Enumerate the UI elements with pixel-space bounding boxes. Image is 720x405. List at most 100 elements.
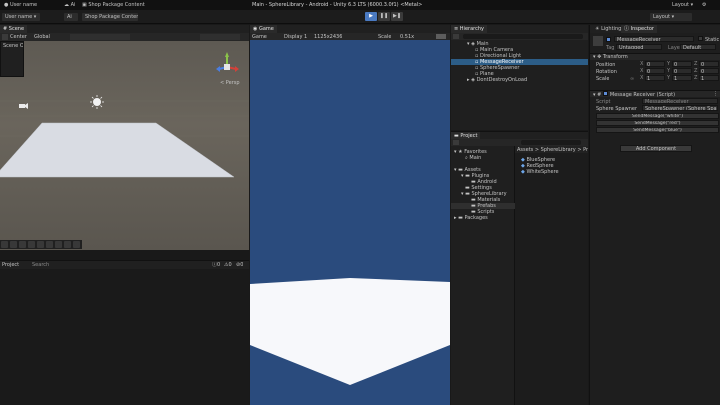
create-icon[interactable] xyxy=(453,140,459,145)
object-name-field[interactable]: MessageReceiver xyxy=(614,36,694,42)
component-menu-icon[interactable]: ⋮ xyxy=(713,91,718,97)
cloud-button[interactable]: ☁ Ai xyxy=(64,2,75,8)
position-label: Position xyxy=(596,62,616,68)
scene-tools-overlay: Scene Options xyxy=(0,41,24,77)
rotation-x[interactable]: 0 xyxy=(645,68,665,74)
tab-inspector[interactable]: ⓘ Inspector xyxy=(621,25,657,33)
project-folder-tree: ▾ ★ Favorites ⌕ Main ▾ ▬ Assets ▾ ▬ Plug… xyxy=(451,146,515,405)
game-icon: ◉ xyxy=(253,26,258,32)
sphere-spawner-label: Sphere Spawner xyxy=(596,106,638,112)
scene-options-strip[interactable] xyxy=(70,34,130,40)
scale-fields: X1 Y1 Z1 xyxy=(640,75,719,81)
layout-dropdown[interactable]: Layout ▾ xyxy=(672,2,693,8)
rotation-fields: X0 Y0 Z0 xyxy=(640,68,719,74)
account-icon: ● xyxy=(4,2,9,8)
transform-header[interactable]: ▾ ✥ Transform xyxy=(590,53,720,60)
script-component-header[interactable]: ▾ # Message Receiver (Script) ⋮ xyxy=(590,90,720,98)
hierarchy-list: ▾ ◈ Main ▫ Main Camera ▫ Directional Lig… xyxy=(451,40,588,130)
folder-icon: ▬ xyxy=(458,215,463,221)
scene-canvas xyxy=(0,52,249,178)
project-search-input[interactable] xyxy=(521,140,581,145)
console-warning-count[interactable]: ⚠0 xyxy=(224,262,232,268)
rotate-tool-icon[interactable] xyxy=(19,241,26,248)
console-log-area[interactable] xyxy=(0,269,249,405)
send-message-red-button[interactable]: SendMessage("red") xyxy=(596,120,719,126)
gameobject-icon xyxy=(593,36,603,46)
packages-folder[interactable]: ▸ ▬ Packages xyxy=(454,215,488,221)
file-item[interactable]: ◆ WhiteSphere xyxy=(521,169,559,175)
orientation-gizmo[interactable] xyxy=(216,52,239,72)
breadcrumb[interactable]: Assets > SphereLibrary > Prefabs xyxy=(515,146,588,153)
snap-tool-icon[interactable] xyxy=(64,241,71,248)
move-tool-icon[interactable] xyxy=(10,241,17,248)
script-label: Script xyxy=(596,99,611,105)
tab-hierarchy[interactable]: ≡ Hierarchy xyxy=(451,25,487,33)
grid-tool-icon[interactable] xyxy=(73,241,80,248)
tag-dropdown[interactable]: Untagged xyxy=(616,44,662,50)
hierarchy-item[interactable]: ▸ ◈ DontDestroyOnLoad xyxy=(451,77,588,83)
active-checkbox[interactable] xyxy=(606,37,613,44)
scene-tab-bar: # Scene xyxy=(0,25,249,33)
tab-console[interactable]: Project xyxy=(2,262,19,268)
settings-icon[interactable]: ⚙ xyxy=(702,2,706,8)
link-scale-icon[interactable]: ∞ xyxy=(630,76,636,82)
scale-tool-icon[interactable] xyxy=(28,241,35,248)
package-button[interactable]: ▣ Shop Package Content xyxy=(82,2,145,8)
package-icon: ▣ xyxy=(82,2,87,8)
play-icon: ▶ xyxy=(369,13,373,19)
account-menu[interactable]: ● User name xyxy=(4,2,37,8)
play-button[interactable]: ▶ xyxy=(365,12,377,21)
console-log-count[interactable]: ⓘ0 xyxy=(212,262,220,268)
pivot-toggle[interactable]: Center xyxy=(10,34,27,40)
send-message-blue-button[interactable]: SendMessage("blue") xyxy=(596,127,719,133)
step-button[interactable]: ▶❚ xyxy=(391,12,403,21)
console-search[interactable]: Search xyxy=(32,262,49,268)
layer-dropdown[interactable]: Default xyxy=(680,44,716,50)
title-bar: ● User name ☁ Ai ▣ Shop Package Content … xyxy=(0,0,720,10)
layout-selector[interactable]: Layout ▾ xyxy=(650,13,692,21)
tab-scene[interactable]: # Scene xyxy=(0,25,28,33)
pause-icon: ❚❚ xyxy=(379,13,389,19)
transform-tool-icon[interactable] xyxy=(46,241,53,248)
tab-lighting[interactable]: ☀ Lighting xyxy=(592,25,624,33)
account-dropdown[interactable]: User name ▾ xyxy=(2,13,40,21)
position-z[interactable]: 0 xyxy=(699,61,719,67)
space-toggle[interactable]: Global xyxy=(34,34,50,40)
pause-button[interactable]: ❚❚ xyxy=(378,12,390,21)
tag-label: Tag xyxy=(606,45,615,51)
send-message-white-button[interactable]: SendMessage("white") xyxy=(596,113,719,119)
custom-tool-icon[interactable] xyxy=(55,241,62,248)
hierarchy-search-input[interactable] xyxy=(463,34,583,39)
static-toggle[interactable]: Static xyxy=(698,36,719,43)
persp-label[interactable]: < Persp xyxy=(220,80,240,86)
package-dropdown[interactable]: Shop Package Content xyxy=(82,13,138,21)
cloud-dropdown[interactable]: Ai xyxy=(64,13,78,21)
camera-gizmo-icon[interactable] xyxy=(19,103,28,109)
view-tool-icon[interactable] xyxy=(1,241,8,248)
position-x[interactable]: 0 xyxy=(645,61,665,67)
game-canvas xyxy=(250,40,450,405)
tab-game[interactable]: ◉ Game xyxy=(250,25,277,33)
add-component-button[interactable]: Add Component xyxy=(620,145,692,152)
hierarchy-search[interactable] xyxy=(451,33,588,40)
scale-x[interactable]: 1 xyxy=(645,75,665,81)
scale-y[interactable]: 1 xyxy=(672,75,692,81)
favorite-item[interactable]: ⌕ Main xyxy=(465,155,481,161)
hand-tool-icon[interactable] xyxy=(2,34,8,40)
gizmos-dropdown[interactable] xyxy=(200,34,240,40)
ground-plane[interactable] xyxy=(0,122,235,178)
position-y[interactable]: 0 xyxy=(672,61,692,67)
rect-tool-icon[interactable] xyxy=(37,241,44,248)
rotation-z[interactable]: 0 xyxy=(699,68,719,74)
scale-z[interactable]: 1 xyxy=(699,75,719,81)
search-icon: ⌕ xyxy=(465,155,468,161)
position-fields: X0 Y0 Z0 xyxy=(640,61,719,67)
game-menu-icon[interactable] xyxy=(436,34,446,39)
add-icon[interactable] xyxy=(453,34,459,39)
console-error-count[interactable]: ⊘0 xyxy=(236,262,243,268)
scene-viewport[interactable]: < Persp xyxy=(0,41,249,250)
sphere-spawner-field[interactable]: SphereSpawner (Sphere Spawner) xyxy=(642,105,718,111)
directional-light-icon[interactable] xyxy=(90,95,104,109)
game-viewport[interactable] xyxy=(250,40,450,405)
rotation-y[interactable]: 0 xyxy=(672,68,692,74)
